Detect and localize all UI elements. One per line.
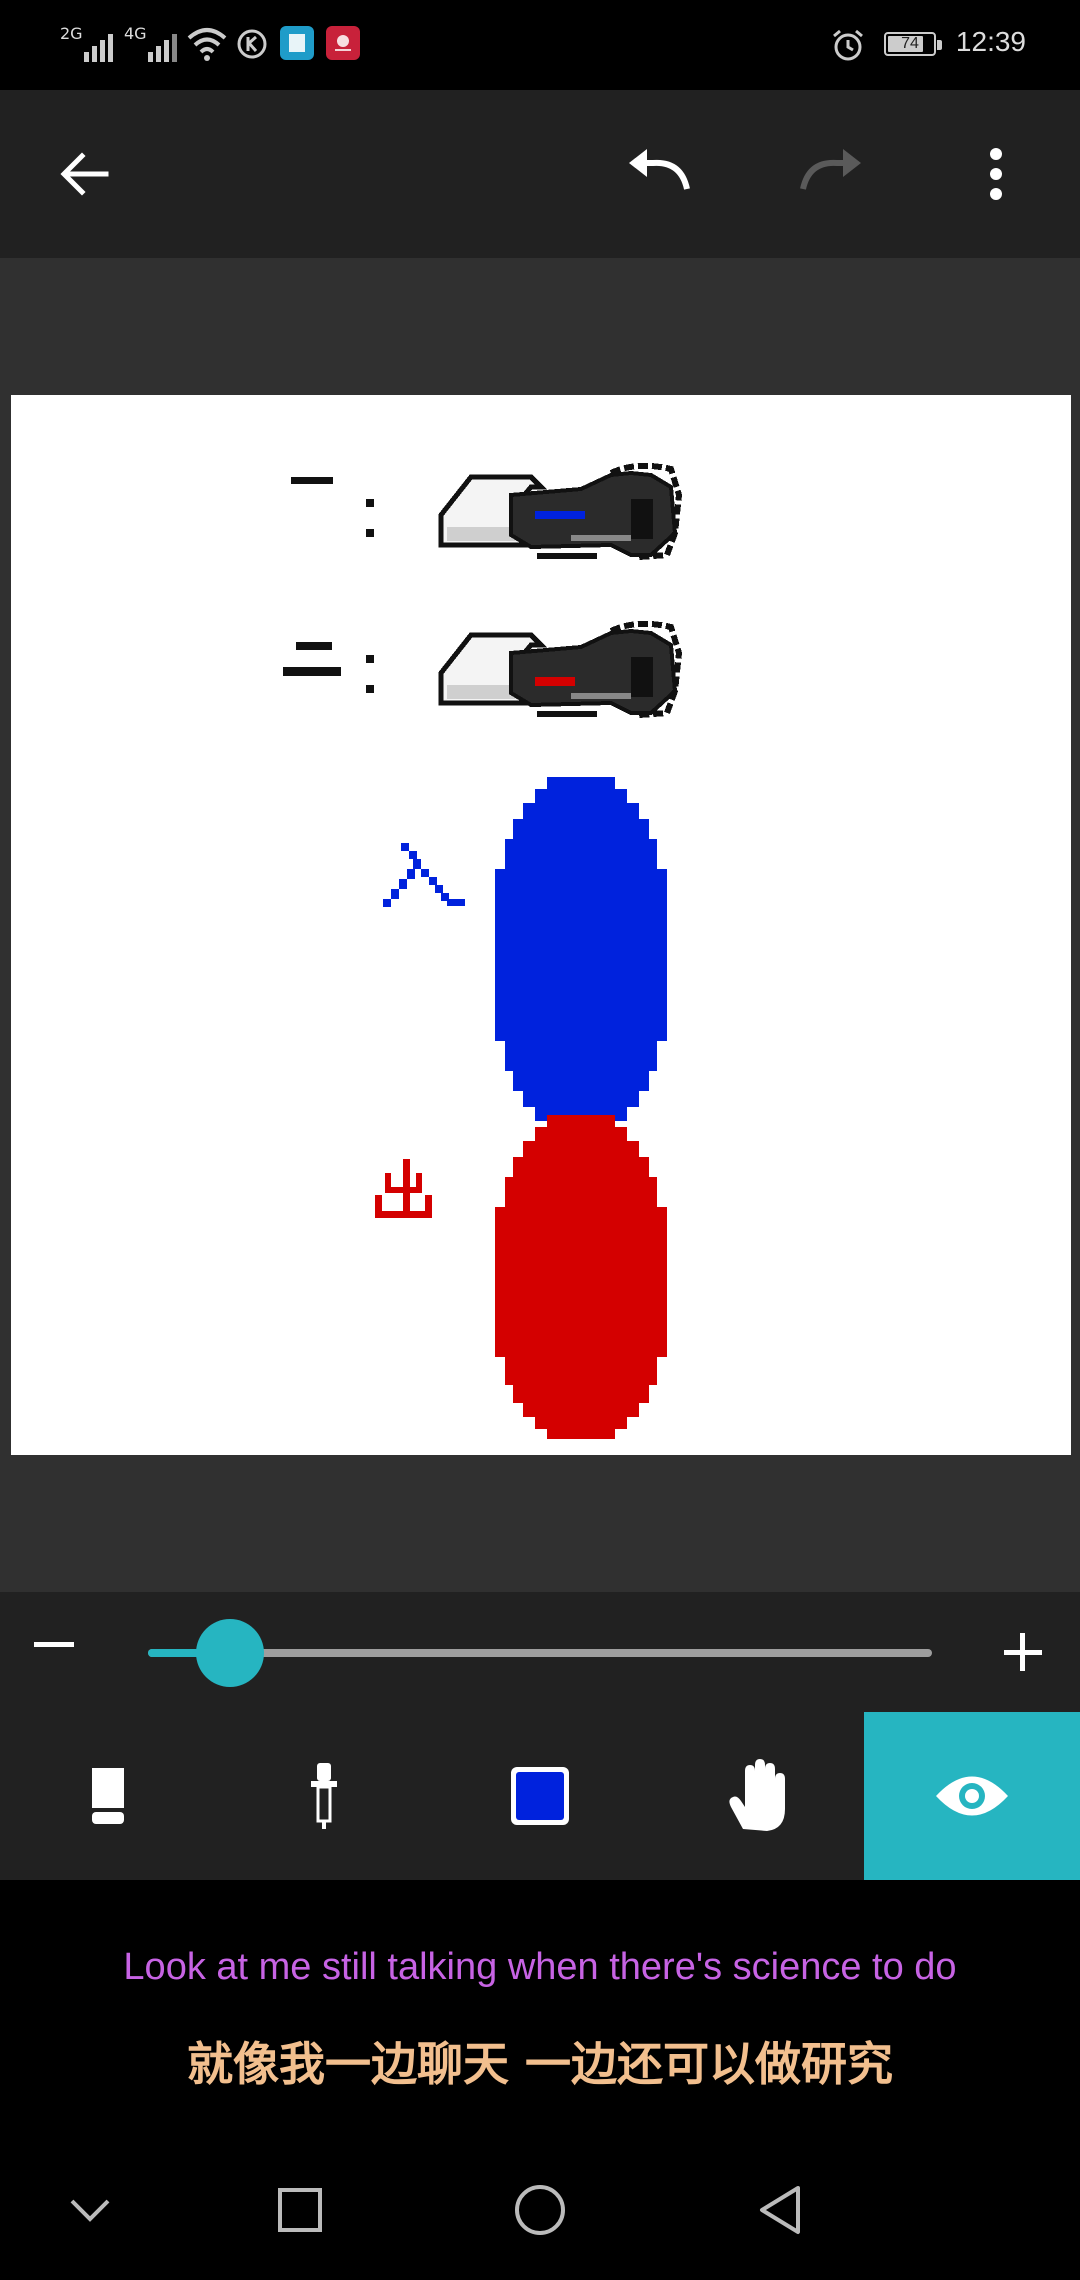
huawei-app-icon bbox=[326, 26, 360, 60]
subtitle-chinese: 就像我一边聊天 一边还可以做研究 bbox=[186, 2037, 893, 2091]
book-app-icon bbox=[280, 26, 314, 60]
alarm-icon bbox=[833, 29, 863, 61]
wifi-icon bbox=[187, 28, 227, 61]
redo-icon bbox=[800, 149, 861, 190]
blue-pixel-ellipse bbox=[495, 777, 667, 1131]
home-circle-icon bbox=[515, 2185, 565, 2235]
colon-row1 bbox=[366, 499, 374, 537]
more-options-button[interactable] bbox=[936, 90, 1056, 258]
status-bar: 2G 4G 74 12:39 bbox=[0, 0, 1080, 90]
undo-button[interactable] bbox=[600, 90, 720, 258]
size-slider-thumb[interactable] bbox=[196, 1619, 264, 1687]
color-picker-tool[interactable] bbox=[432, 1712, 648, 1880]
label-row2-glyph bbox=[283, 642, 341, 676]
brush-size-row bbox=[0, 1592, 1080, 1712]
back-button[interactable] bbox=[24, 90, 144, 258]
pixel-shoe-red bbox=[438, 620, 683, 718]
video-subtitles: Look at me still talking when there's sc… bbox=[0, 1880, 1080, 2130]
label-blue-glyph bbox=[383, 843, 465, 907]
back-nav-button[interactable] bbox=[730, 2160, 830, 2260]
decrease-size-button[interactable] bbox=[34, 1642, 74, 1647]
label-row1-glyph bbox=[291, 477, 333, 484]
clock: 12:39 bbox=[955, 26, 1026, 57]
eyedropper-tool[interactable] bbox=[216, 1712, 432, 1880]
subtitle-english: Look at me still talking when there's sc… bbox=[123, 1946, 957, 1988]
increase-size-button-vertical[interactable] bbox=[1020, 1633, 1025, 1671]
signal-4g-label: 4G bbox=[124, 24, 147, 43]
app-toolbar bbox=[0, 90, 1080, 258]
eye-preview-icon bbox=[936, 1776, 1008, 1816]
color-swatch-icon bbox=[511, 1767, 569, 1825]
pixel-drawing-canvas[interactable] bbox=[11, 395, 1071, 1455]
back-triangle-icon bbox=[760, 2186, 800, 2234]
label-red-glyph bbox=[375, 1159, 432, 1218]
k-app-icon bbox=[237, 29, 267, 59]
hand-pan-icon bbox=[729, 1759, 785, 1831]
signal-2g-label: 2G bbox=[60, 24, 83, 43]
pixel-shoe-blue bbox=[438, 462, 683, 560]
redo-button[interactable] bbox=[770, 90, 890, 258]
home-button[interactable] bbox=[490, 2160, 590, 2260]
size-slider-track[interactable] bbox=[148, 1649, 932, 1657]
recents-button[interactable] bbox=[250, 2160, 350, 2260]
hide-nav-button[interactable] bbox=[40, 2160, 140, 2260]
eraser-tool[interactable] bbox=[0, 1712, 216, 1880]
recents-square-icon bbox=[278, 2188, 322, 2232]
undo-icon bbox=[629, 149, 690, 190]
battery-icon: 74 bbox=[884, 32, 942, 56]
back-arrow-icon bbox=[60, 152, 109, 196]
eraser-icon bbox=[92, 1768, 124, 1824]
preview-tool[interactable] bbox=[864, 1712, 1080, 1880]
system-nav-bar bbox=[0, 2130, 1080, 2280]
more-vert-icon bbox=[990, 148, 1002, 200]
red-pixel-ellipse bbox=[495, 1115, 667, 1439]
tool-bar bbox=[0, 1712, 1080, 1880]
pan-hand-tool[interactable] bbox=[648, 1712, 864, 1880]
eyedropper-icon bbox=[311, 1763, 337, 1829]
chevron-down-icon bbox=[70, 2199, 110, 2222]
battery-level: 74 bbox=[901, 35, 919, 52]
colon-row2 bbox=[366, 655, 374, 693]
